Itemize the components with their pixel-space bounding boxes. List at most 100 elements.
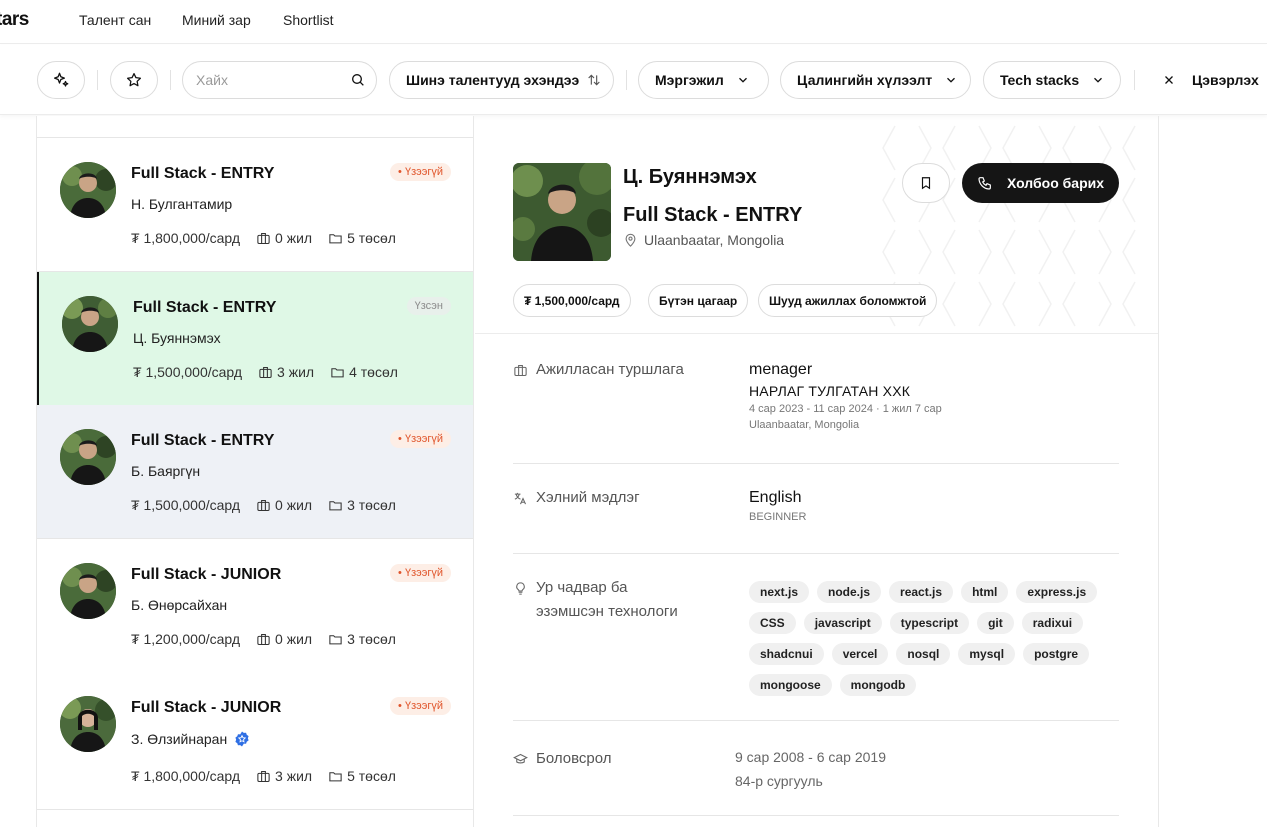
sort-dropdown[interactable]: Шинэ талентууд эхэндээ: [389, 61, 614, 99]
projects-text: 3 төсөл: [347, 497, 396, 513]
specialty-label: Мэргэжил: [655, 72, 724, 88]
candidate-role: Full Stack - ENTRY: [623, 204, 803, 226]
status-badge: • Үзээгүй: [390, 430, 451, 448]
avatar: [60, 563, 116, 619]
candidate-name-text: Ц. Буяннэмэх: [133, 330, 221, 346]
graduation-cap-icon: [513, 753, 528, 764]
folder-icon: [329, 634, 342, 644]
profile-header: Ц. Буяннэмэх Full Stack - ENTRY Ulaanbaa…: [475, 116, 1158, 334]
list-item[interactable]: [37, 116, 473, 138]
candidate-name: Ц. Буяннэмэх: [133, 330, 221, 346]
experience: 3 жил: [258, 364, 314, 380]
candidate-name-text: З. Өлзийнаран: [131, 731, 228, 747]
contact-button[interactable]: Холбоо барих: [962, 163, 1119, 203]
education-period: 9 сар 2008 - 6 сар 2019: [735, 749, 887, 765]
skill-tag: react.js: [889, 581, 954, 603]
projects: 4 төсөл: [330, 364, 398, 380]
divider: [97, 70, 98, 90]
candidate-card-selected[interactable]: Full Stack - ENTRY Үзсэн Ц. Буяннэмэх ₮ …: [37, 272, 473, 406]
skill-tag: mongoose: [749, 674, 832, 696]
avatar: [60, 429, 116, 485]
candidate-title: Full Stack - ENTRY: [131, 432, 275, 449]
education-label-text: Боловсрол: [536, 750, 612, 767]
experience: 0 жил: [256, 230, 312, 246]
verified-badge-icon: [235, 731, 249, 747]
language-entry: English BEGINNER: [749, 489, 806, 523]
experience-section: Ажилласан туршлага menager НАРЛАГ ТУЛГАТ…: [513, 334, 1119, 464]
candidate-title: Full Stack - ENTRY: [131, 165, 275, 182]
divider: [626, 70, 627, 90]
skill-tag: express.js: [1016, 581, 1098, 603]
candidate-meta: ₮ 1,800,000/сард 0 жил 5 төсөл: [131, 230, 396, 246]
experience: 0 жил: [256, 631, 312, 647]
school-name: 84-р сургууль: [735, 773, 823, 789]
candidate-card[interactable]: Full Stack - JUNIOR • Үзээгүй З. Өлзийна…: [37, 672, 473, 810]
candidate-title: Full Stack - ENTRY: [133, 299, 277, 316]
chevron-down-icon: [1094, 77, 1103, 83]
candidate-title: Full Stack - JUNIOR: [131, 699, 282, 716]
salary-dropdown[interactable]: Цалингийн хүлээлт: [780, 61, 971, 99]
candidate-detail-panel: Ц. Буяннэмэх Full Stack - ENTRY Ulaanbaa…: [475, 116, 1159, 827]
sparkle-icon: [53, 72, 69, 87]
tech-stacks-dropdown[interactable]: Tech stacks: [983, 61, 1121, 99]
avatar: [62, 296, 118, 352]
experience-text: 0 жил: [275, 631, 313, 647]
skills-label-line2: эзэмшсэн технологи: [536, 603, 678, 620]
education-label: Боловсрол: [513, 747, 612, 771]
skill-tag: vercel: [831, 643, 889, 665]
nav-link-talent-pool[interactable]: Талент сан: [79, 12, 151, 28]
nav-link-shortlist[interactable]: Shortlist: [283, 12, 334, 28]
projects-text: 3 төсөл: [347, 631, 396, 647]
app-logo[interactable]: tars: [0, 9, 29, 31]
top-navigation: tars Талент сан Миний зар Shortlist: [0, 0, 1267, 44]
skill-tags: next.js node.js react.js html express.js…: [749, 581, 1109, 696]
employment-period: 4 сар 2023 - 11 сар 2024 · 1 жил 7 сар: [749, 403, 942, 415]
candidate-name: Б. Өнөрсайхан: [131, 597, 227, 613]
skill-tag: typescript: [889, 612, 970, 634]
filter-bar: Шинэ талентууд эхэндээ Мэргэжил Цалингий…: [0, 45, 1267, 115]
skill-tag: html: [961, 581, 1009, 603]
briefcase-icon: [257, 232, 270, 244]
position-title: menager: [749, 361, 813, 378]
candidate-card[interactable]: Full Stack - JUNIOR • Үзээгүй Б. Өнөрсай…: [37, 539, 473, 673]
ai-sparkle-button[interactable]: [37, 61, 85, 99]
star-icon: [126, 72, 142, 87]
candidate-name: Н. Булгантамир: [131, 196, 232, 212]
employment-location: Ulaanbaatar, Mongolia: [749, 419, 860, 431]
location-pin-icon: [625, 233, 636, 247]
experience-label-text: Ажилласан туршлага: [536, 361, 684, 378]
projects-text: 5 төсөл: [347, 230, 396, 246]
sort-arrows-icon: [588, 74, 600, 86]
favorites-button[interactable]: [110, 61, 158, 99]
candidate-meta: ₮ 1,500,000/сард 3 жил 4 төсөл: [133, 364, 398, 380]
status-badge: • Үзээгүй: [390, 564, 451, 582]
experience: 3 жил: [256, 768, 312, 784]
candidate-location: Ulaanbaatar, Mongolia: [623, 232, 784, 248]
status-badge: • Үзээгүй: [390, 163, 451, 181]
experience-text: 3 жил: [277, 364, 315, 380]
folder-icon: [329, 771, 342, 781]
briefcase-icon: [514, 364, 527, 377]
candidate-card[interactable]: Full Stack - ENTRY • Үзээгүй Б. Баяргүн …: [37, 405, 473, 539]
location-text: Ulaanbaatar, Mongolia: [644, 232, 785, 248]
specialty-dropdown[interactable]: Мэргэжил: [638, 61, 769, 99]
salary-label: Цалингийн хүлээлт: [797, 72, 933, 88]
nav-link-my-jobs[interactable]: Миний зар: [182, 12, 251, 28]
projects: 3 төсөл: [328, 631, 396, 647]
contact-label: Холбоо барих: [1006, 175, 1105, 191]
employment-type-chip: Бүтэн цагаар: [648, 284, 749, 317]
language-label: Хэлний мэдлэг: [513, 486, 640, 510]
candidate-card[interactable]: Full Stack - ENTRY • Үзээгүй Н. Булганта…: [37, 138, 473, 272]
candidate-name: З. Өлзийнаран: [131, 730, 251, 748]
search-input[interactable]: [196, 72, 346, 88]
folder-icon: [329, 233, 342, 243]
education-entry: 9 сар 2008 - 6 сар 2019 84-р сургууль: [735, 745, 886, 793]
skill-tag: javascript: [803, 612, 882, 634]
briefcase-icon: [257, 770, 270, 782]
language-section: Хэлний мэдлэг English BEGINNER: [513, 464, 1119, 554]
bookmark-button[interactable]: [902, 163, 950, 203]
skill-tag: postgre: [1023, 643, 1090, 665]
search-box[interactable]: [182, 61, 377, 99]
clear-filters-button[interactable]: Цэвэрлэх: [1162, 72, 1259, 88]
divider: [170, 70, 171, 90]
